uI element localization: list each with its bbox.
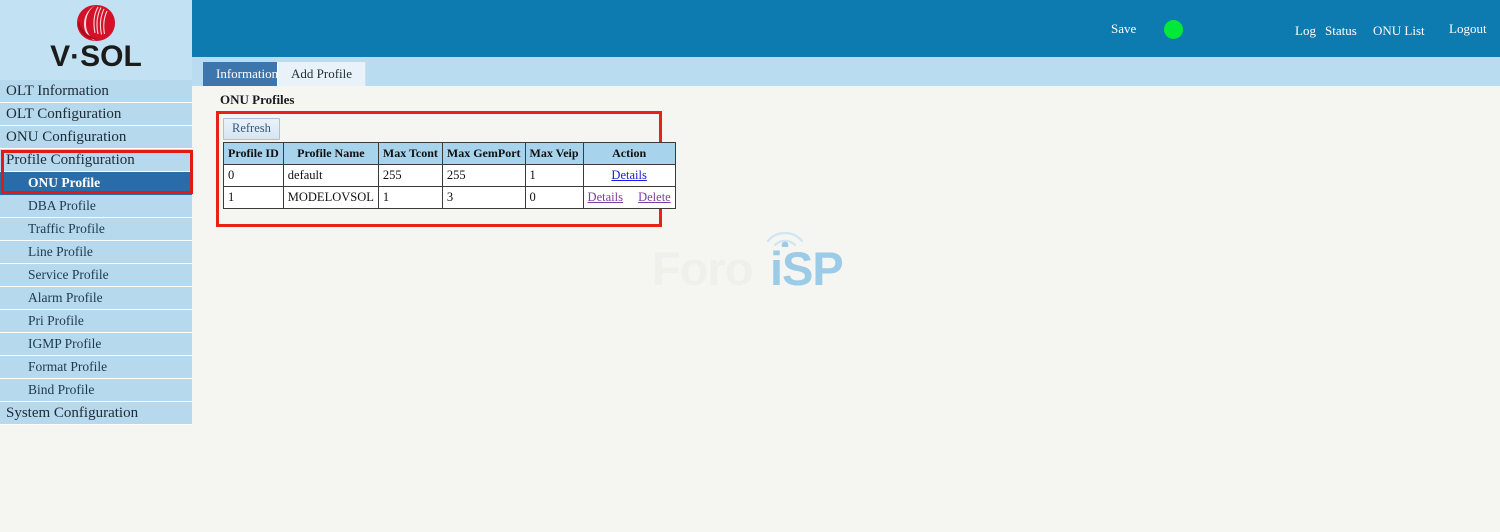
sidebar-item-onu-configuration[interactable]: ONU Configuration — [0, 126, 192, 149]
sidebar-item-system-configuration[interactable]: System Configuration — [0, 402, 192, 425]
vsol-sphere-logo-icon — [77, 5, 115, 41]
log-link[interactable]: Log — [1295, 23, 1316, 39]
status-link[interactable]: Status — [1325, 23, 1357, 39]
cell-max-veip: 1 — [524, 164, 584, 187]
sidebar-item-olt-information[interactable]: OLT Information — [0, 80, 192, 103]
tab-bar: Information Add Profile — [192, 57, 1500, 86]
cell-profile-name: default — [282, 164, 379, 187]
sidebar-item-service-profile[interactable]: Service Profile — [0, 264, 192, 287]
cell-max-veip: 0 — [524, 186, 584, 209]
status-led-indicator — [1164, 20, 1183, 39]
column-header-max-tcont: Max Tcont — [377, 142, 443, 165]
cell-max-tcont: 255 — [377, 164, 443, 187]
cell-profile-name: MODELOVSOL — [282, 186, 379, 209]
cell-action: Details — [582, 164, 676, 187]
onu-list-link[interactable]: ONU List — [1373, 23, 1425, 39]
cell-max-tcont: 1 — [377, 186, 443, 209]
sidebar-item-format-profile[interactable]: Format Profile — [0, 356, 192, 379]
main-content: Foro iSP ONU Profiles Refresh Profile ID… — [192, 86, 1500, 532]
cell-max-gemport: 3 — [441, 186, 526, 209]
cell-max-gemport: 255 — [441, 164, 526, 187]
sidebar-item-igmp-profile[interactable]: IGMP Profile — [0, 333, 192, 356]
table-row: 1 MODELOVSOL 1 3 0 Details Delete — [223, 186, 676, 209]
sidebar-item-olt-configuration[interactable]: OLT Configuration — [0, 103, 192, 126]
page-title: ONU Profiles — [220, 92, 295, 107]
cell-profile-id: 1 — [223, 186, 284, 209]
sidebar-item-dba-profile[interactable]: DBA Profile — [0, 195, 192, 218]
brand-logo-area: V·SOL — [0, 0, 192, 80]
sidebar-item-line-profile[interactable]: Line Profile — [0, 241, 192, 264]
onu-profiles-table: Profile ID Profile Name Max Tcont Max Ge… — [223, 142, 676, 209]
sidebar-item-bind-profile[interactable]: Bind Profile — [0, 379, 192, 402]
refresh-button[interactable]: Refresh — [223, 118, 280, 140]
sidebar-item-onu-profile[interactable]: ONU Profile — [0, 172, 192, 195]
cell-action: Details Delete — [582, 186, 676, 209]
column-header-max-gemport: Max GemPort — [441, 142, 526, 165]
sidebar-item-pri-profile[interactable]: Pri Profile — [0, 310, 192, 333]
sidebar-item-traffic-profile[interactable]: Traffic Profile — [0, 218, 192, 241]
column-header-profile-id: Profile ID — [223, 142, 284, 165]
table-row: 0 default 255 255 1 Details — [223, 164, 676, 187]
wifi-signal-icon — [766, 231, 804, 247]
brand-wordmark: V·SOL — [50, 40, 142, 73]
top-header-bar: Save Log Status ONU List Logout — [192, 0, 1500, 57]
watermark-text-isp: iSP — [770, 242, 844, 295]
column-header-action: Action — [582, 142, 676, 165]
table-header-row: Profile ID Profile Name Max Tcont Max Ge… — [223, 142, 676, 165]
column-header-max-veip: Max Veip — [524, 142, 584, 165]
profiles-panel: Refresh Profile ID Profile Name Max Tcon… — [219, 114, 676, 224]
tab-add-profile[interactable]: Add Profile — [277, 62, 367, 86]
column-header-profile-name: Profile Name — [282, 142, 379, 165]
watermark-text-foro: Foro — [652, 242, 753, 295]
foroisp-watermark: Foro iSP — [652, 221, 882, 296]
cell-profile-id: 0 — [223, 164, 284, 187]
sidebar: V·SOL OLT Information OLT Configuration … — [0, 0, 192, 425]
sidebar-item-profile-configuration[interactable]: Profile Configuration — [0, 149, 192, 172]
details-link[interactable]: Details — [611, 168, 646, 182]
sidebar-item-alarm-profile[interactable]: Alarm Profile — [0, 287, 192, 310]
details-link[interactable]: Details — [588, 190, 623, 204]
logout-link[interactable]: Logout — [1449, 21, 1487, 37]
delete-link[interactable]: Delete — [638, 190, 671, 204]
save-button[interactable]: Save — [1111, 21, 1136, 37]
sidebar-menu: OLT Information OLT Configuration ONU Co… — [0, 80, 192, 425]
